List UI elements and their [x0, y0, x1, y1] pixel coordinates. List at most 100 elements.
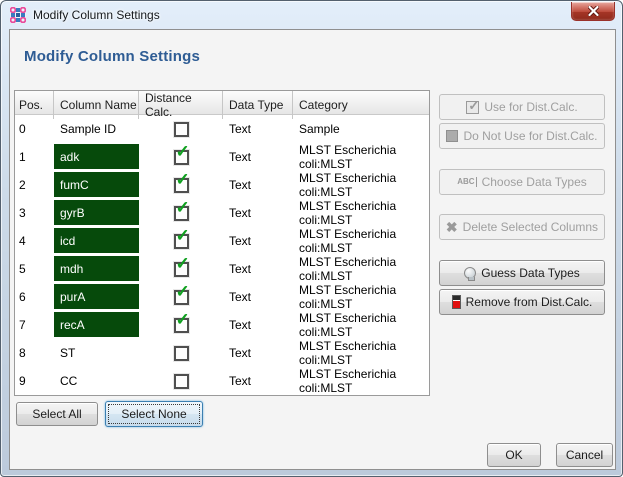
distance-calc-cell — [139, 122, 223, 137]
column-name-cell[interactable]: gyrB — [54, 199, 139, 227]
distance-calc-checkbox[interactable]: ✓ — [174, 234, 189, 249]
guess-data-types-button[interactable]: Guess Data Types — [439, 260, 605, 286]
data-type-cell: Text — [223, 234, 293, 248]
category-cell: MLST Escherichia coli:MLST — [293, 143, 429, 171]
category-cell: MLST Escherichia coli:MLST — [293, 367, 429, 395]
table-row[interactable]: 6purA✓TextMLST Escherichia coli:MLST — [15, 283, 429, 311]
distance-calc-cell: ✓ — [139, 262, 223, 277]
data-type-cell: Text — [223, 178, 293, 192]
remove-from-dist-calc-button[interactable]: Remove from Dist.Calc. — [439, 289, 605, 315]
do-not-use-for-dist-calc-button: Do Not Use for Dist.Calc. — [439, 123, 605, 149]
distance-calc-checkbox[interactable]: ✓ — [174, 178, 189, 193]
column-table: Pos.Column NameDistance Calc.Data TypeCa… — [14, 90, 430, 396]
column-name-highlighted: icd — [54, 228, 139, 253]
header-cell: Pos. — [15, 91, 54, 119]
window-title: Modify Column Settings — [33, 8, 160, 22]
title-bar[interactable]: Modify Column Settings — [1, 1, 622, 29]
column-name-cell[interactable]: ST — [54, 339, 139, 367]
table-row[interactable]: 0Sample IDTextSample — [15, 115, 429, 143]
category-cell: MLST Escherichia coli:MLST — [293, 255, 429, 283]
category-cell: MLST Escherichia coli:MLST — [293, 171, 429, 199]
distance-calc-cell: ✓ — [139, 234, 223, 249]
column-name-cell[interactable]: purA — [54, 283, 139, 311]
pos-cell: 5 — [15, 262, 54, 276]
side-button-label: Guess Data Types — [481, 266, 580, 280]
check-icon: ✓ — [176, 227, 190, 244]
distance-calc-checkbox[interactable]: ✓ — [174, 150, 189, 165]
pos-cell: 8 — [15, 346, 54, 360]
data-type-cell: Text — [223, 346, 293, 360]
pos-cell: 4 — [15, 234, 54, 248]
content-panel: Modify Column Settings Pos.Column NameDi… — [9, 29, 616, 470]
table-row[interactable]: 1adk ✓ TextMLST Escherichia coli:MLST — [15, 143, 429, 171]
table-row[interactable]: 8STTextMLST Escherichia coli:MLST — [15, 339, 429, 367]
filled-box-icon — [446, 130, 458, 142]
side-button-label: Do Not Use for Dist.Calc. — [463, 129, 597, 143]
column-name-highlighted: recA — [54, 312, 139, 337]
delete-selected-columns-button: ✖Delete Selected Columns — [439, 214, 605, 240]
column-name-highlighted: fumC — [54, 172, 139, 197]
table-header: Pos.Column NameDistance Calc.Data TypeCa… — [15, 91, 429, 115]
distance-calc-checkbox[interactable] — [174, 346, 189, 361]
data-type-cell: Text — [223, 150, 293, 164]
table-row[interactable]: 4icd✓TextMLST Escherichia coli:MLST — [15, 227, 429, 255]
distance-calc-cell: ✓ — [139, 150, 223, 165]
ok-button[interactable]: OK — [487, 443, 541, 467]
remove-column-icon — [452, 295, 461, 309]
table-row[interactable]: 9CCTextMLST Escherichia coli:MLST — [15, 367, 429, 395]
choose-data-types-button: ABCChoose Data Types — [439, 169, 605, 195]
pos-cell: 7 — [15, 318, 54, 332]
column-name-cell[interactable]: recA — [54, 311, 139, 339]
table-row[interactable]: 5mdh ✓ TextMLST Escherichia coli:MLST — [15, 255, 429, 283]
distance-calc-checkbox[interactable]: ✓ — [174, 206, 189, 221]
header-cell: Category — [293, 91, 429, 119]
distance-calc-cell: ✓ — [139, 290, 223, 305]
column-name-highlighted: gyrB — [54, 200, 139, 225]
table-row[interactable]: 7recA ✓ TextMLST Escherichia coli:MLST — [15, 311, 429, 339]
page-title: Modify Column Settings — [24, 48, 200, 65]
column-name-cell[interactable]: icd — [54, 227, 139, 255]
side-button-label: Delete Selected Columns — [463, 220, 598, 234]
pos-cell: 6 — [15, 290, 54, 304]
close-button[interactable] — [571, 2, 615, 21]
abc-text-icon: ABC — [457, 177, 476, 187]
pos-cell: 9 — [15, 374, 54, 388]
dialog-window: Modify Column Settings Modify Column Set… — [0, 0, 623, 477]
select-all-button[interactable]: Select All — [16, 402, 98, 426]
distance-calc-cell: ✓ — [139, 318, 223, 333]
cancel-button[interactable]: Cancel — [556, 443, 613, 467]
pos-cell: 1 — [15, 150, 54, 164]
distance-calc-checkbox[interactable]: ✓ — [174, 290, 189, 305]
column-name-highlighted: mdh — [54, 256, 139, 281]
distance-calc-checkbox[interactable] — [174, 374, 189, 389]
data-type-cell: Text — [223, 262, 293, 276]
dots-grid-icon — [10, 7, 26, 23]
select-none-button[interactable]: Select None — [105, 401, 203, 427]
column-name-cell[interactable]: mdh — [54, 255, 139, 283]
data-type-cell: Text — [223, 206, 293, 220]
side-button-label: Remove from Dist.Calc. — [466, 295, 593, 309]
column-name-plain: Sample ID — [54, 116, 139, 141]
check-icon: ✓ — [176, 283, 190, 300]
distance-calc-checkbox[interactable] — [174, 122, 189, 137]
column-name-cell[interactable]: adk — [54, 143, 139, 171]
table-row[interactable]: 3gyrB✓TextMLST Escherichia coli:MLST — [15, 199, 429, 227]
category-cell: Sample — [293, 122, 429, 136]
column-name-highlighted: purA — [54, 284, 139, 309]
distance-calc-checkbox[interactable]: ✓ — [174, 318, 189, 333]
lightbulb-icon — [464, 267, 476, 279]
table-body: 0Sample IDTextSample1adk✓TextMLST Escher… — [15, 115, 429, 395]
table-row[interactable]: 2fumC✓TextMLST Escherichia coli:MLST — [15, 171, 429, 199]
column-name-cell[interactable]: fumC — [54, 171, 139, 199]
column-name-plain: ST — [54, 340, 139, 365]
header-cell: Data Type — [223, 91, 293, 119]
side-button-label: Use for Dist.Calc. — [484, 100, 577, 114]
check-icon: ✓ — [176, 199, 190, 216]
check-icon: ✓ — [176, 171, 190, 188]
data-type-cell: Text — [223, 290, 293, 304]
category-cell: MLST Escherichia coli:MLST — [293, 311, 429, 339]
column-name-cell[interactable]: Sample ID — [54, 115, 139, 143]
distance-calc-checkbox[interactable]: ✓ — [174, 262, 189, 277]
data-type-cell: Text — [223, 318, 293, 332]
column-name-cell[interactable]: CC — [54, 367, 139, 395]
